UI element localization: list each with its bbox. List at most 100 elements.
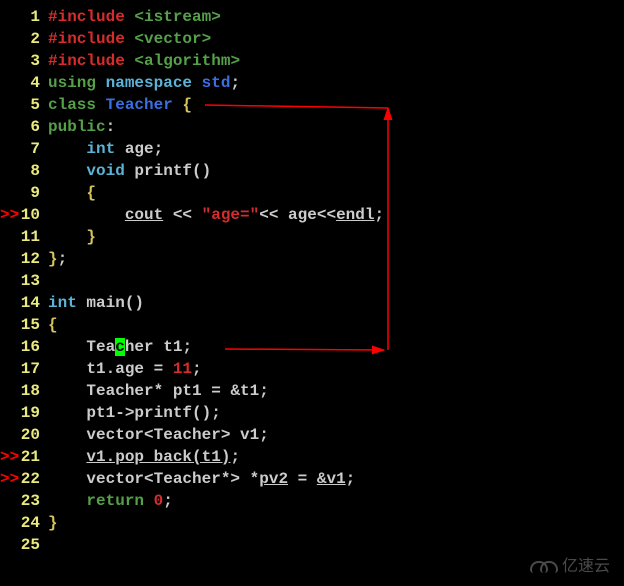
code-content[interactable]: t1.age = 11; bbox=[48, 358, 202, 380]
watermark-text: 亿速云 bbox=[562, 552, 610, 576]
code-content[interactable]: }; bbox=[48, 248, 67, 270]
code-line[interactable]: 7 int age; bbox=[0, 138, 624, 160]
code-line[interactable]: 8 void printf() bbox=[0, 160, 624, 182]
code-editor[interactable]: 1#include <istream>2#include <vector>3#i… bbox=[0, 0, 624, 562]
token: &v1 bbox=[317, 470, 346, 488]
code-content[interactable]: int age; bbox=[48, 138, 163, 160]
code-content[interactable]: #include <algorithm> bbox=[48, 50, 240, 72]
token bbox=[48, 228, 86, 246]
code-line[interactable]: 16 Teacher t1; bbox=[0, 336, 624, 358]
token bbox=[48, 140, 86, 158]
token: vector<Teacher> v1 bbox=[86, 426, 259, 444]
line-number: 4 bbox=[14, 72, 48, 94]
code-line[interactable]: >>22 vector<Teacher*> *pv2 = &v1; bbox=[0, 468, 624, 490]
token bbox=[48, 360, 86, 378]
code-line[interactable]: 12}; bbox=[0, 248, 624, 270]
code-content[interactable]: public: bbox=[48, 116, 115, 138]
line-number: 9 bbox=[14, 182, 48, 204]
token: <istream> bbox=[134, 8, 220, 26]
code-line[interactable]: >>21 v1.pop back(t1); bbox=[0, 446, 624, 468]
token: printf bbox=[134, 162, 192, 180]
token: (); bbox=[192, 404, 221, 422]
token: } bbox=[48, 250, 58, 268]
code-content[interactable]: v1.pop back(t1); bbox=[48, 446, 240, 468]
code-content[interactable]: vector<Teacher> v1; bbox=[48, 424, 269, 446]
code-content[interactable]: { bbox=[48, 182, 96, 204]
gutter-marker bbox=[0, 50, 14, 72]
code-line[interactable]: 15{ bbox=[0, 314, 624, 336]
code-content[interactable]: int main() bbox=[48, 292, 144, 314]
line-number: 11 bbox=[14, 226, 48, 248]
code-content[interactable]: } bbox=[48, 226, 96, 248]
code-content[interactable]: Teacher t1; bbox=[48, 336, 192, 358]
code-content[interactable]: cout << "age="<< age<<endl; bbox=[48, 204, 384, 226]
code-line[interactable]: 14int main() bbox=[0, 292, 624, 314]
token: () bbox=[192, 162, 211, 180]
token: namespace bbox=[106, 74, 202, 92]
code-content[interactable]: Teacher* pt1 = &t1; bbox=[48, 380, 269, 402]
code-line[interactable]: 2#include <vector> bbox=[0, 28, 624, 50]
token: &t1 bbox=[230, 382, 259, 400]
line-number: 12 bbox=[14, 248, 48, 270]
code-content[interactable]: #include <istream> bbox=[48, 6, 221, 28]
token: #include bbox=[48, 8, 134, 26]
line-number: 7 bbox=[14, 138, 48, 160]
code-line[interactable]: 17 t1.age = 11; bbox=[0, 358, 624, 380]
token: class bbox=[48, 96, 106, 114]
gutter-marker bbox=[0, 490, 14, 512]
code-line[interactable]: 1#include <istream> bbox=[0, 6, 624, 28]
gutter-marker: >> bbox=[0, 446, 14, 468]
code-line[interactable]: 24} bbox=[0, 512, 624, 534]
token: #include bbox=[48, 52, 134, 70]
code-line[interactable]: 18 Teacher* pt1 = &t1; bbox=[0, 380, 624, 402]
code-line[interactable]: 11 } bbox=[0, 226, 624, 248]
code-line[interactable]: 4using namespace std; bbox=[0, 72, 624, 94]
line-number: 22 bbox=[14, 468, 48, 490]
code-content[interactable]: class Teacher { bbox=[48, 94, 192, 116]
line-number: 15 bbox=[14, 314, 48, 336]
code-line[interactable]: >>10 cout << "age="<< age<<endl; bbox=[0, 204, 624, 226]
code-line[interactable]: 5class Teacher { bbox=[0, 94, 624, 116]
token: return bbox=[86, 492, 153, 510]
token: : bbox=[106, 118, 116, 136]
gutter-marker bbox=[0, 292, 14, 314]
gutter-marker bbox=[0, 314, 14, 336]
code-content[interactable]: #include <vector> bbox=[48, 28, 211, 50]
token bbox=[48, 404, 86, 422]
gutter-marker bbox=[0, 226, 14, 248]
gutter-marker bbox=[0, 248, 14, 270]
token: "age=" bbox=[202, 206, 260, 224]
code-content[interactable]: void printf() bbox=[48, 160, 211, 182]
code-line[interactable]: 19 pt1->printf(); bbox=[0, 402, 624, 424]
watermark: 亿速云 bbox=[530, 552, 610, 576]
token: pt1->printf bbox=[86, 404, 192, 422]
line-number: 21 bbox=[14, 446, 48, 468]
code-content[interactable]: return 0; bbox=[48, 490, 173, 512]
line-number: 3 bbox=[14, 50, 48, 72]
code-content[interactable]: pt1->printf(); bbox=[48, 402, 221, 424]
code-line[interactable]: 23 return 0; bbox=[0, 490, 624, 512]
token: public bbox=[48, 118, 106, 136]
token: ; bbox=[374, 206, 384, 224]
token: << bbox=[259, 206, 288, 224]
code-line[interactable]: 20 vector<Teacher> v1; bbox=[0, 424, 624, 446]
code-line[interactable]: 9 { bbox=[0, 182, 624, 204]
line-number: 17 bbox=[14, 358, 48, 380]
code-content[interactable]: } bbox=[48, 512, 58, 534]
token bbox=[48, 448, 86, 466]
token: } bbox=[86, 228, 96, 246]
token: ; bbox=[163, 492, 173, 510]
gutter-marker bbox=[0, 270, 14, 292]
token: <algorithm> bbox=[134, 52, 240, 70]
code-line[interactable]: 13 bbox=[0, 270, 624, 292]
code-line[interactable]: 6public: bbox=[0, 116, 624, 138]
token: cout bbox=[125, 206, 163, 224]
gutter-marker bbox=[0, 182, 14, 204]
code-content[interactable]: using namespace std; bbox=[48, 72, 240, 94]
code-content[interactable]: { bbox=[48, 314, 58, 336]
gutter-marker bbox=[0, 6, 14, 28]
code-line[interactable]: 3#include <algorithm> bbox=[0, 50, 624, 72]
gutter-marker bbox=[0, 402, 14, 424]
code-content[interactable]: vector<Teacher*> *pv2 = &v1; bbox=[48, 468, 355, 490]
token: << bbox=[317, 206, 336, 224]
